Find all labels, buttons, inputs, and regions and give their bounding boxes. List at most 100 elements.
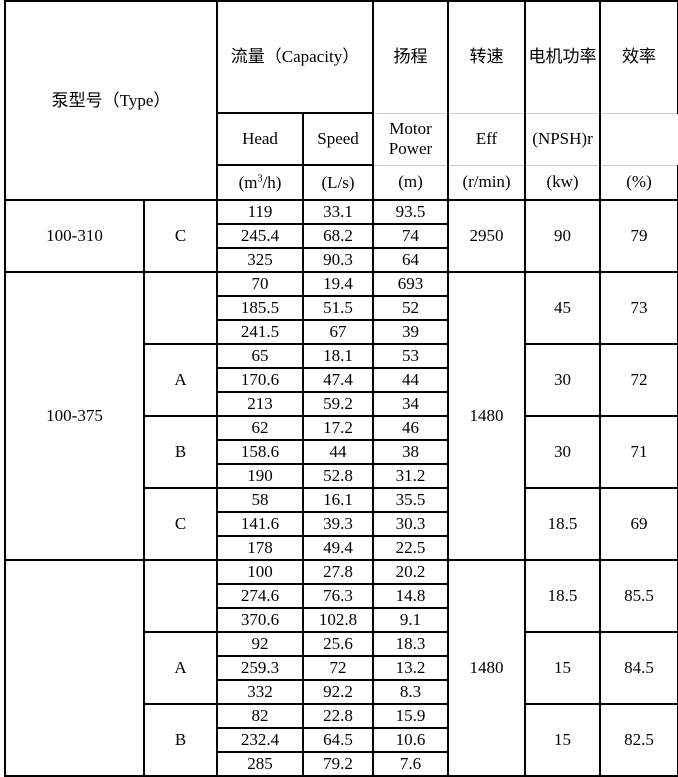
efficiency-cell: 79 <box>599 199 678 273</box>
column-header-eff-cn: 效率 <box>599 0 678 114</box>
head-cell: 14.8 <box>372 583 450 609</box>
capacity-ls-cell: 51.5 <box>301 295 375 321</box>
capacity-m3h-cell: 170.6 <box>216 367 304 393</box>
capacity-ls-cell: 49.4 <box>301 535 375 561</box>
capacity-ls-cell: 44 <box>301 439 375 465</box>
capacity-ls-cell: 102.8 <box>301 607 375 633</box>
capacity-m3h-cell: 62 <box>216 415 304 441</box>
head-cell: 20.2 <box>372 559 450 585</box>
motor-en-line2: Power <box>388 139 433 158</box>
head-cell: 53 <box>372 343 450 369</box>
capacity-ls-cell: 59.2 <box>301 391 375 417</box>
column-header-capacity: 流量（Capacity） <box>215 0 375 114</box>
head-cell: 693 <box>372 271 450 297</box>
unit-capacity-ls: (L/s) <box>301 164 375 201</box>
column-header-speed-cn: 转速 <box>447 0 527 114</box>
capacity-m3h-cell: 332 <box>216 679 304 705</box>
head-cell: 52 <box>372 295 450 321</box>
head-cell: 74 <box>372 223 450 249</box>
pump-variant-cell: C <box>143 487 218 561</box>
head-cell: 30.3 <box>372 511 450 537</box>
speed-cell: 1480 <box>447 271 527 561</box>
pump-model-cell: 100-375 <box>4 271 145 561</box>
table-body: 100-310C11933.193.52950907911245.468.274… <box>0 199 678 777</box>
unit-m3h-head: (m <box>238 172 258 192</box>
capacity-m3h-cell: 325 <box>216 247 304 273</box>
table-row: 100-3757019.4693148045732.5 <box>0 271 678 561</box>
capacity-m3h-cell: 259.3 <box>216 655 304 681</box>
capacity-m3h-cell: 274.6 <box>216 583 304 609</box>
efficiency-cell: 82.5 <box>599 703 678 777</box>
pump-model-cell: 100-310 <box>4 199 145 273</box>
pump-model-cell <box>4 559 145 777</box>
head-cell: 34 <box>372 391 450 417</box>
head-cell: 15.9 <box>372 703 450 729</box>
capacity-ls-cell: 22.8 <box>301 703 375 729</box>
pump-variant-cell: B <box>143 415 218 489</box>
motor-power-cell: 90 <box>524 199 602 273</box>
capacity-ls-cell: 79.2 <box>301 751 375 777</box>
unit-capacity-m3h: (m3/h) <box>216 164 304 201</box>
column-header-npsh-en: (NPSH)r <box>524 112 602 166</box>
column-header-eff-en: Eff <box>447 112 527 166</box>
capacity-ls-cell: 76.3 <box>301 583 375 609</box>
efficiency-cell: 85.5 <box>599 559 678 633</box>
capacity-ls-cell: 33.1 <box>301 199 375 225</box>
capacity-m3h-cell: 370.6 <box>216 607 304 633</box>
head-cell: 64 <box>372 247 450 273</box>
capacity-ls-cell: 16.1 <box>301 487 375 513</box>
capacity-ls-cell: 67 <box>301 319 375 345</box>
head-cell: 10.6 <box>372 727 450 753</box>
head-cell: 31.2 <box>372 463 450 489</box>
capacity-m3h-cell: 58 <box>216 487 304 513</box>
capacity-m3h-cell: 92 <box>216 631 304 657</box>
motor-power-cell: 15 <box>524 631 602 705</box>
column-header-motor-cn: 电机功率 <box>524 0 602 114</box>
pump-specification-table: 泵型号（Type） 流量（Capacity） 扬程 转速 电机功率 效率 必须汽… <box>0 0 678 777</box>
capacity-m3h-cell: 245.4 <box>216 223 304 249</box>
efficiency-cell: 71 <box>599 415 678 489</box>
capacity-m3h-cell: 178 <box>216 535 304 561</box>
head-cell: 35.5 <box>372 487 450 513</box>
unit-head: (m) <box>372 164 450 201</box>
capacity-ls-cell: 52.8 <box>301 463 375 489</box>
unit-m3h-tail: /h) <box>262 172 282 192</box>
capacity-m3h-cell: 190 <box>216 463 304 489</box>
efficiency-cell: 72 <box>599 343 678 417</box>
head-cell: 93.5 <box>372 199 450 225</box>
head-cell: 13.2 <box>372 655 450 681</box>
capacity-m3h-cell: 141.6 <box>216 511 304 537</box>
efficiency-cell: 69 <box>599 487 678 561</box>
capacity-m3h-cell: 100 <box>216 559 304 585</box>
table-row: 100-310C11933.193.52950907911 <box>0 199 678 273</box>
table-header: 泵型号（Type） 流量（Capacity） 扬程 转速 电机功率 效率 必须汽… <box>0 0 678 201</box>
capacity-ls-cell: 90.3 <box>301 247 375 273</box>
capacity-ls-cell: 47.4 <box>301 367 375 393</box>
motor-en-line1: Motor <box>389 119 432 139</box>
motor-power-cell: 45 <box>524 271 602 345</box>
column-header-type: 泵型号（Type） <box>4 0 218 201</box>
capacity-m3h-cell: 65 <box>216 343 304 369</box>
capacity-m3h-cell: 82 <box>216 703 304 729</box>
pump-variant-cell: C <box>143 199 218 273</box>
capacity-ls-cell: 18.1 <box>301 343 375 369</box>
motor-power-cell: 30 <box>524 415 602 489</box>
capacity-m3h-cell: 285 <box>216 751 304 777</box>
table-row: 10027.820.2148018.585.51.8 <box>0 559 678 777</box>
capacity-ls-cell: 72 <box>301 655 375 681</box>
head-cell: 7.6 <box>372 751 450 777</box>
head-cell: 38 <box>372 439 450 465</box>
capacity-ls-cell: 27.8 <box>301 559 375 585</box>
motor-power-cell: 18.5 <box>524 487 602 561</box>
capacity-ls-cell: 17.2 <box>301 415 375 441</box>
column-header-motor-en: Motor Power <box>372 112 450 166</box>
speed-cell: 2950 <box>447 199 527 273</box>
pump-variant-cell <box>143 559 218 633</box>
capacity-m3h-cell: 241.5 <box>216 319 304 345</box>
column-header-speed-en: Speed <box>301 112 375 166</box>
head-cell: 46 <box>372 415 450 441</box>
pump-variant-cell: A <box>143 343 218 417</box>
pump-variant-cell <box>143 271 218 345</box>
capacity-m3h-cell: 213 <box>216 391 304 417</box>
column-header-head-cn: 扬程 <box>372 0 450 114</box>
